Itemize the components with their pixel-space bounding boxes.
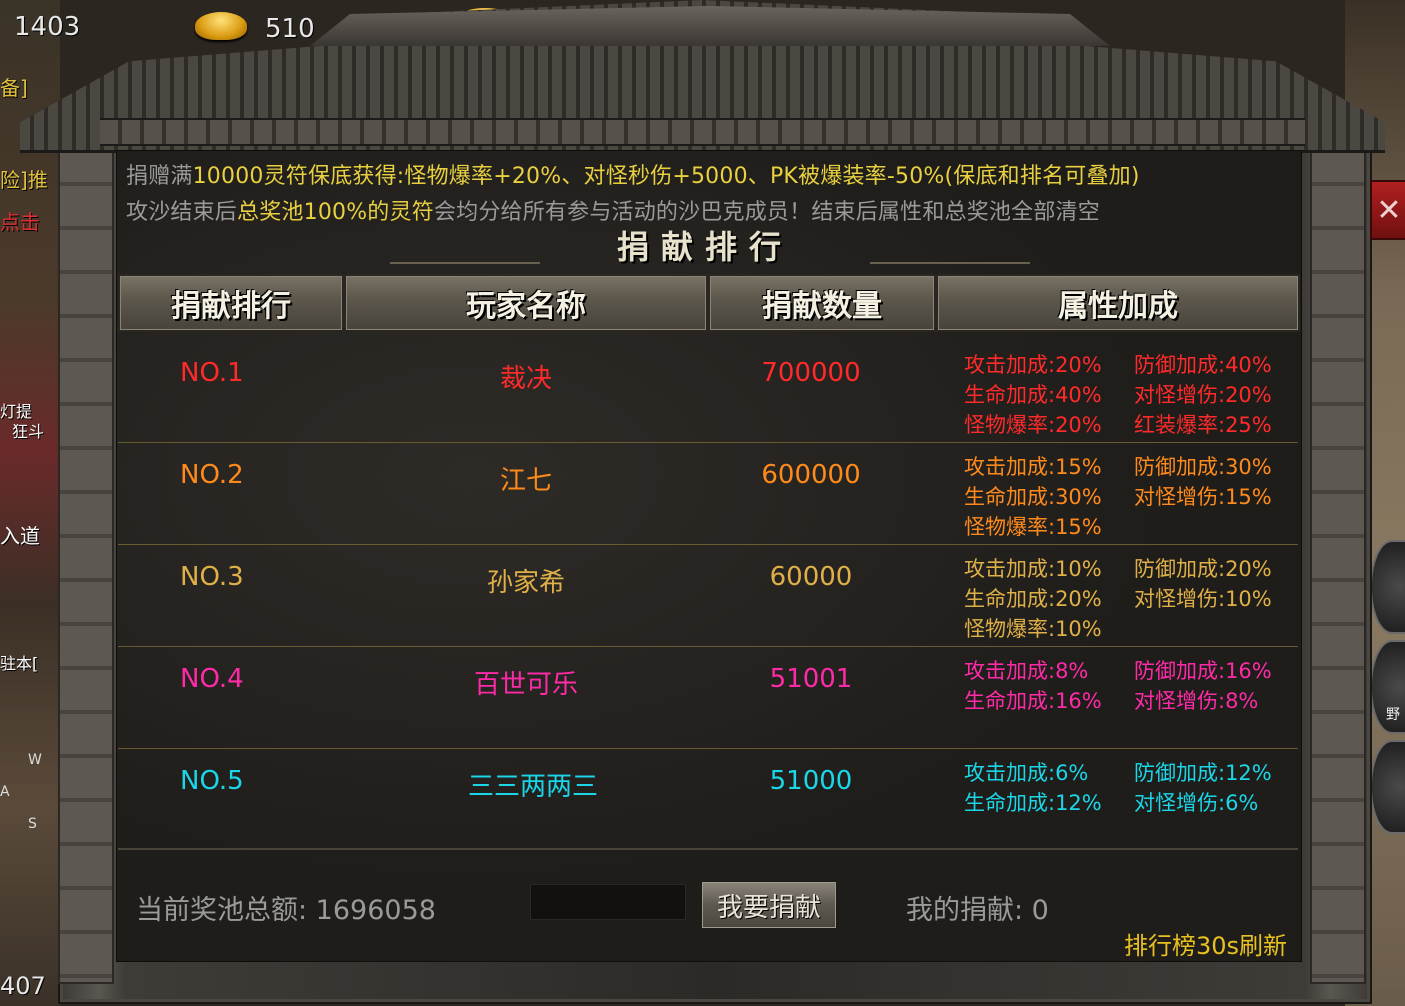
title-ornament-right xyxy=(870,262,1030,264)
side-label-5: 驻本[ xyxy=(0,654,39,673)
side-label-2[interactable]: 险]推 xyxy=(0,164,48,193)
attr-attack: 攻击加成:6% xyxy=(964,761,1089,785)
row-player-name[interactable]: 江七 xyxy=(468,460,584,497)
compass-s: S xyxy=(28,816,37,832)
side-label-7: 狂斗 xyxy=(12,422,45,441)
attr-hp: 生命加成:30% xyxy=(964,485,1102,509)
table-row: NO.1 裁决 700000 攻击加成:20% 防御加成:40% 生命加成:40… xyxy=(118,340,1298,443)
attr-monster-dmg: 对怪增伤:10% xyxy=(1134,587,1272,611)
prize-pool-total: 当前奖池总额: 1696058 xyxy=(136,895,436,926)
row-rank: NO.2 xyxy=(180,460,244,490)
row-amount: 60000 xyxy=(769,562,853,592)
row-player-name[interactable]: 孙家希 xyxy=(468,562,584,599)
notice-2-prefix: 攻沙结束后 xyxy=(126,200,238,225)
row-player-name[interactable]: 三三两两三 xyxy=(468,766,598,803)
compass-a: A xyxy=(0,784,10,800)
table-row: NO.3 孙家希 60000 攻击加成:10% 防御加成:20% 生命加成:20… xyxy=(118,544,1298,647)
attr-monster-dmg: 对怪增伤:8% xyxy=(1134,689,1259,713)
footer-divider xyxy=(118,848,1298,850)
row-rank: NO.1 xyxy=(180,358,244,388)
side-label-1[interactable]: 备] xyxy=(0,72,28,101)
row-player-name[interactable]: 百世可乐 xyxy=(468,664,584,701)
table-row: NO.4 百世可乐 51001 攻击加成:8% 防御加成:16% 生命加成:16… xyxy=(118,646,1298,749)
roof-ridge xyxy=(310,6,1110,46)
attr-defense: 防御加成:12% xyxy=(1134,761,1272,785)
table-row: NO.2 江七 600000 攻击加成:15% 防御加成:30% 生命加成:30… xyxy=(118,442,1298,545)
donation-amount-input[interactable] xyxy=(530,884,686,920)
donate-button[interactable]: 我要捐献 xyxy=(700,880,838,930)
close-button[interactable]: ✕ xyxy=(1370,180,1405,240)
attr-attack: 攻击加成:8% xyxy=(964,659,1089,683)
row-player-name[interactable]: 裁决 xyxy=(468,358,584,395)
attr-drop-rate: 怪物爆率:10% xyxy=(964,617,1102,641)
attr-drop-rate: 怪物爆率:20% xyxy=(964,413,1102,437)
notice-1-prefix: 捐赠满 xyxy=(126,164,193,189)
header-name: 玩家名称 xyxy=(344,274,708,332)
row-rank: NO.3 xyxy=(180,562,244,592)
side-label-8: 野 xyxy=(1386,707,1400,723)
attr-red-drop-rate: 红装爆率:25% xyxy=(1134,413,1272,437)
notice-1-text: 10000灵符保底获得:怪物爆率+20%、对怪秒伤+5000、PK被爆装率-50… xyxy=(192,164,1140,189)
attr-monster-dmg: 对怪增伤:15% xyxy=(1134,485,1272,509)
row-amount: 51001 xyxy=(769,664,853,694)
notice-line-1: 捐赠满10000灵符保底获得:怪物爆率+20%、对怪秒伤+5000、PK被爆装率… xyxy=(126,158,1140,190)
gold-ingot-icon xyxy=(195,12,247,40)
header-bonus: 属性加成 xyxy=(936,274,1300,332)
attr-hp: 生命加成:40% xyxy=(964,383,1102,407)
attr-attack: 攻击加成:15% xyxy=(964,455,1102,479)
attr-attack: 攻击加成:20% xyxy=(964,353,1102,377)
attr-hp: 生命加成:16% xyxy=(964,689,1102,713)
attr-monster-dmg: 对怪增伤:6% xyxy=(1134,791,1259,815)
attr-defense: 防御加成:30% xyxy=(1134,455,1272,479)
row-amount: 700000 xyxy=(761,358,861,388)
left-pillar xyxy=(58,140,114,984)
panel-title: 捐献排行 xyxy=(616,228,793,266)
table-row: NO.5 三三两两三 51000 攻击加成:6% 防御加成:12% 生命加成:1… xyxy=(118,748,1298,850)
row-rank: NO.4 xyxy=(180,664,244,694)
hud-gold-value: 510 xyxy=(265,14,315,44)
my-donation-value: 我的捐献: 0 xyxy=(906,895,1049,926)
row-amount: 51000 xyxy=(769,766,853,796)
title-ornament-left xyxy=(390,262,540,264)
side-label-4[interactable]: 入道 xyxy=(0,520,40,549)
notice-2-highlight: 总奖池100%的灵符 xyxy=(237,200,434,225)
attr-hp: 生命加成:12% xyxy=(964,791,1102,815)
attr-defense: 防御加成:40% xyxy=(1134,353,1272,377)
attr-defense: 防御加成:20% xyxy=(1134,557,1272,581)
roof-band xyxy=(100,118,1305,146)
hud-bottom-value: 407 xyxy=(0,972,46,1000)
attr-monster-dmg: 对怪增伤:20% xyxy=(1134,383,1272,407)
compass-w: W xyxy=(28,752,42,768)
attr-defense: 防御加成:16% xyxy=(1134,659,1272,683)
attr-drop-rate: 怪物爆率:15% xyxy=(964,515,1102,539)
row-amount: 600000 xyxy=(761,460,861,490)
right-pillar xyxy=(1310,140,1366,984)
header-amount: 捐献数量 xyxy=(708,274,936,332)
side-label-3[interactable]: 点击 xyxy=(0,206,40,235)
refresh-note: 排行榜30s刷新 xyxy=(1124,932,1288,960)
attr-hp: 生命加成:20% xyxy=(964,587,1102,611)
row-rank: NO.5 xyxy=(180,766,244,796)
hud-left-value: 1403 xyxy=(14,12,81,42)
attr-attack: 攻击加成:10% xyxy=(964,557,1102,581)
header-rank: 捐献排行 xyxy=(118,274,344,332)
